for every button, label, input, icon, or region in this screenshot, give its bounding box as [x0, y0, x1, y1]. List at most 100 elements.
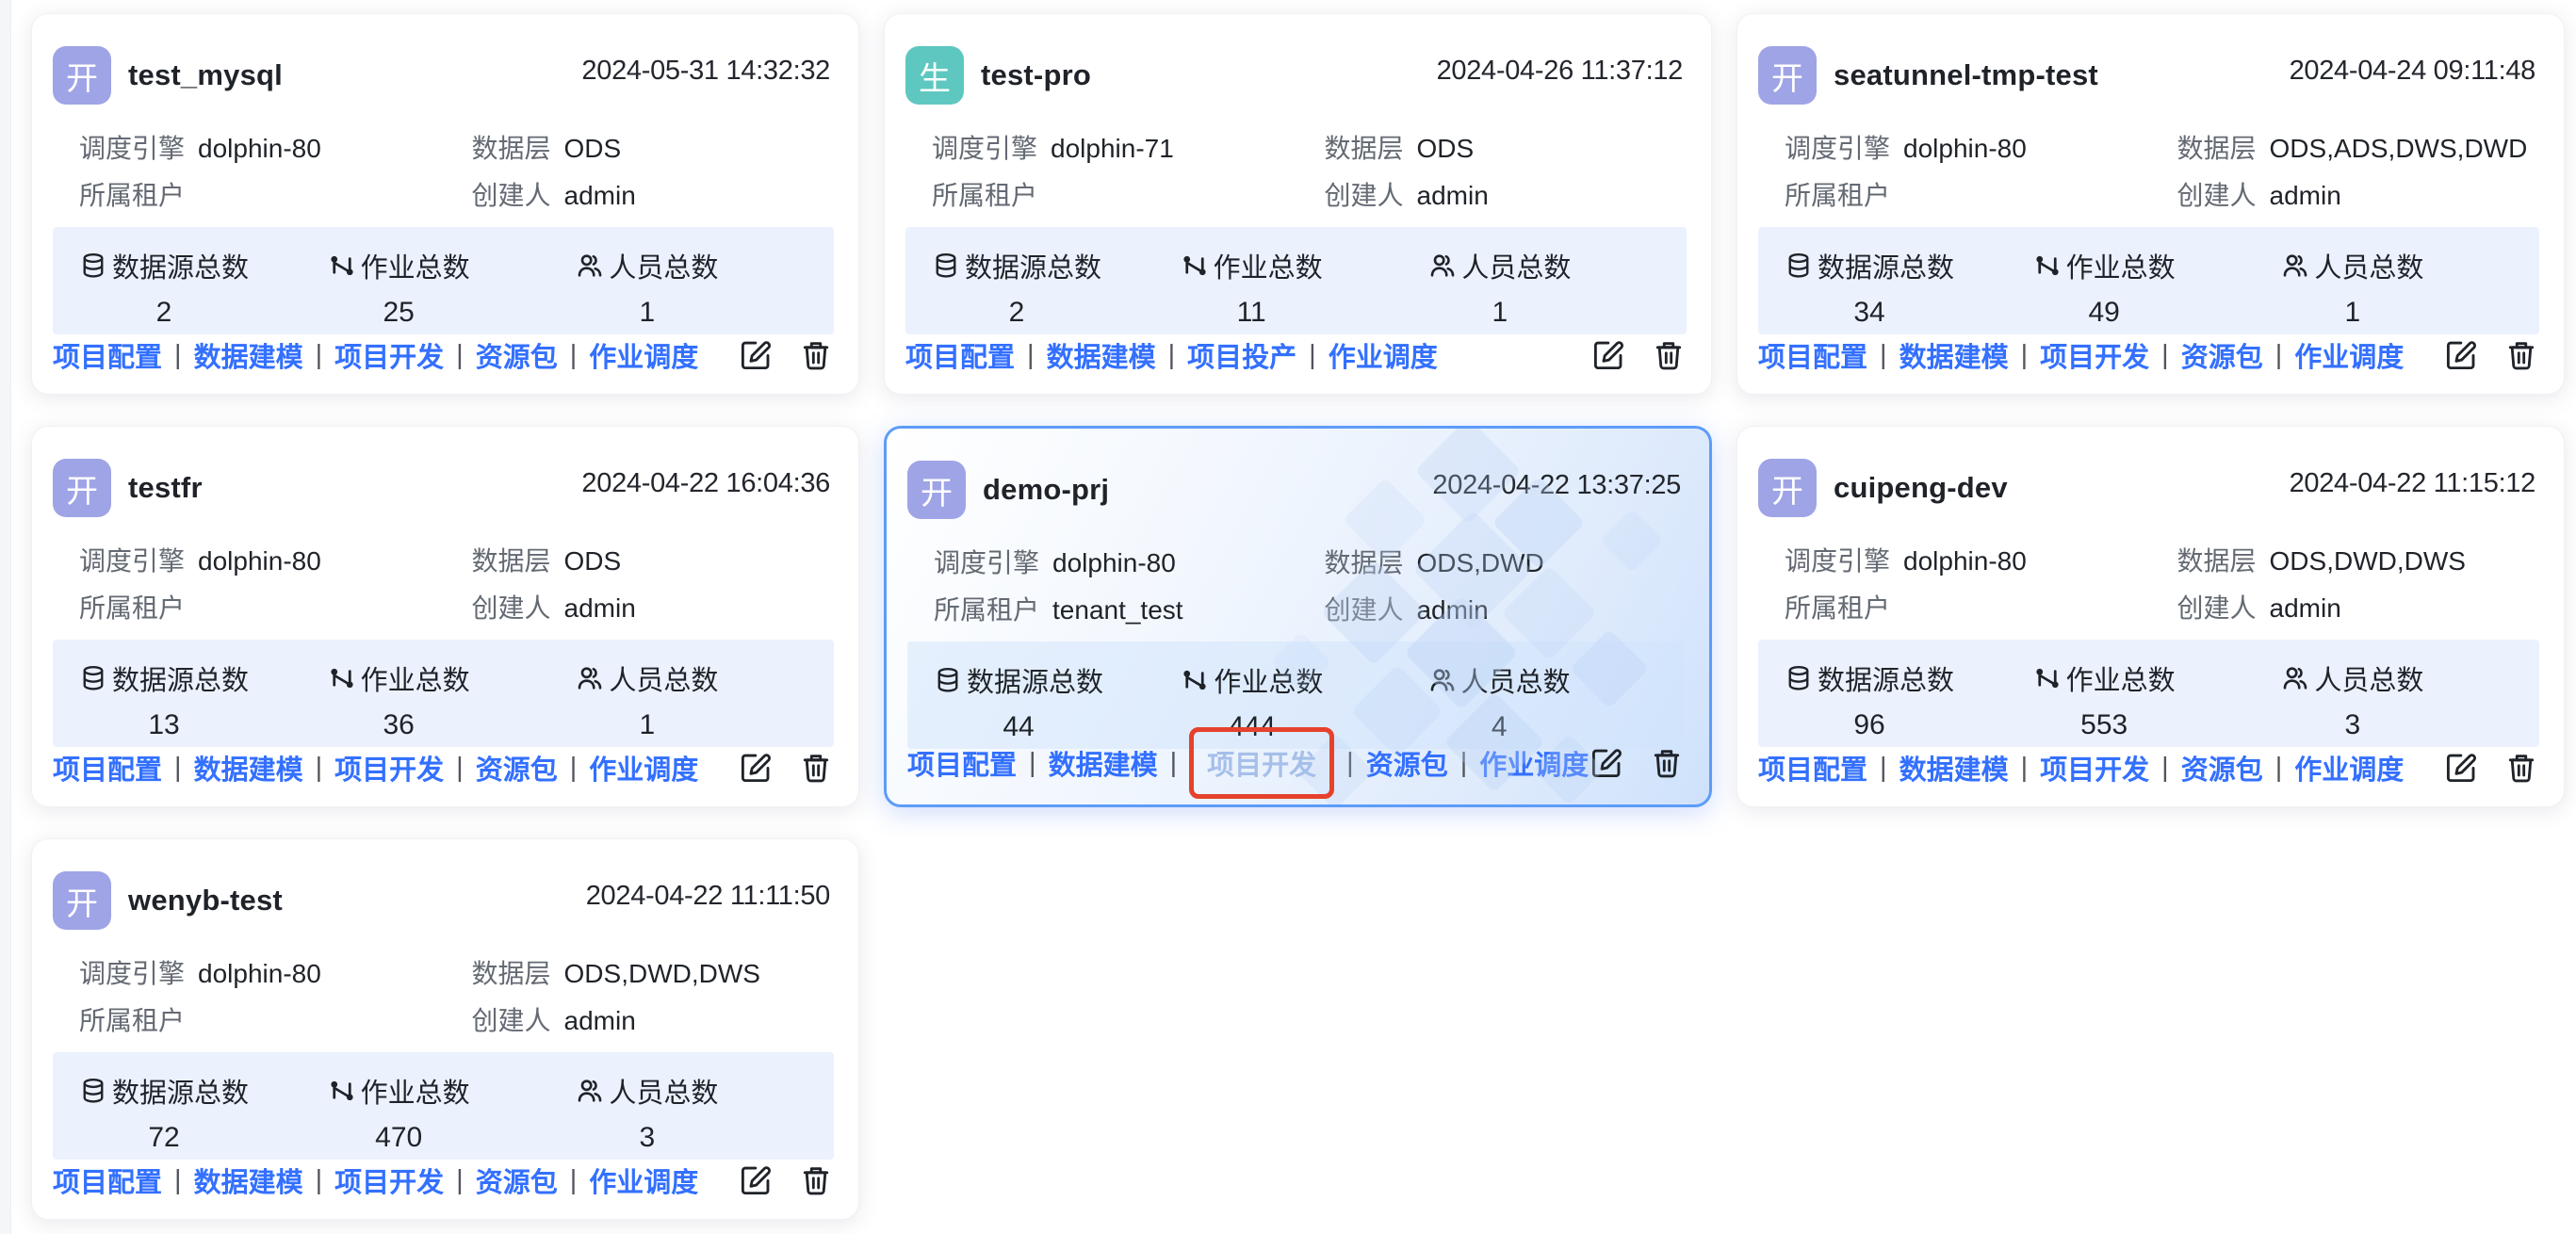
field-creator: 创建人admin [2177, 594, 2539, 623]
action-link[interactable]: 数据建模 [194, 335, 303, 375]
created-timestamp: 2024-05-31 14:32:32 [581, 56, 830, 87]
field-value-engine: dolphin-80 [198, 134, 321, 163]
action-links: 项目配置|数据建模|项目投产|作业调度 [905, 335, 1438, 375]
action-link[interactable]: 作业调度 [589, 1161, 698, 1200]
project-name: demo-prj [983, 473, 1109, 507]
workflow-icon [1181, 252, 1209, 280]
project-card[interactable]: 开 seatunnel-tmp-test 2024-04-24 09:11:48… [1736, 13, 2565, 395]
action-link[interactable]: 作业调度 [1479, 743, 1589, 783]
workflow-icon [328, 252, 356, 280]
trash-icon[interactable] [2503, 337, 2539, 373]
stat-datasource: 数据源总数 44 [934, 660, 1181, 743]
action-link[interactable]: 项目投产 [1187, 335, 1296, 375]
action-link[interactable]: 项目开发 [334, 335, 444, 375]
action-link[interactable]: 作业调度 [589, 335, 698, 375]
action-link[interactable]: 资源包 [476, 1161, 558, 1200]
edit-icon[interactable] [1590, 337, 1626, 373]
trash-icon[interactable] [798, 1162, 834, 1198]
action-link[interactable]: 项目配置 [53, 335, 162, 375]
action-link[interactable]: 数据建模 [1049, 743, 1158, 783]
project-info: 调度引擎dolphin-80 数据层ODS,DWD 所属租户tenant_tes… [907, 549, 1685, 625]
stat-value-jobs: 49 [2033, 297, 2176, 329]
field-value-creator: admin [564, 1006, 636, 1035]
action-link[interactable]: 项目开发 [2040, 748, 2149, 787]
stat-value-members: 4 [1428, 711, 1571, 743]
edit-icon[interactable] [1589, 745, 1624, 781]
stat-value-datasource: 13 [79, 709, 249, 741]
field-value-creator: admin [1417, 181, 1489, 210]
field-value-creator: admin [564, 181, 636, 210]
edit-icon[interactable] [738, 1162, 774, 1198]
trash-icon[interactable] [2503, 750, 2539, 786]
field-label-engine: 调度引擎 [932, 134, 1037, 163]
action-link[interactable]: 资源包 [476, 748, 558, 787]
created-timestamp: 2024-04-24 09:11:48 [2290, 56, 2535, 87]
stat-label-members: 人员总数 [609, 1071, 718, 1111]
action-link[interactable]: 数据建模 [1899, 748, 2009, 787]
action-link[interactable]: 资源包 [476, 335, 558, 375]
trash-icon[interactable] [1651, 337, 1687, 373]
field-value-engine: dolphin-80 [198, 546, 321, 576]
created-timestamp: 2024-04-26 11:37:12 [1437, 56, 1683, 87]
field-data-layer: 数据层 ODS,DWD,DWS [2177, 547, 2539, 576]
action-link[interactable]: 项目开发 [334, 1161, 444, 1200]
trash-icon[interactable] [1649, 745, 1685, 781]
field-value-data-layer: ODS,ADS,DWS,DWD [2270, 134, 2528, 163]
stat-label-members: 人员总数 [2314, 658, 2423, 698]
project-card[interactable]: 开 demo-prj 2024-04-22 13:37:25 调度引擎dolph… [884, 426, 1712, 807]
users-icon [1428, 252, 1457, 280]
stat-label-members: 人员总数 [609, 246, 718, 285]
field-label-data-layer: 数据层 [472, 959, 551, 988]
workflow-icon [1181, 666, 1209, 694]
action-link[interactable]: 数据建模 [194, 748, 303, 787]
action-link[interactable]: 项目配置 [53, 748, 162, 787]
field-data-layer: 数据层ODS,DWD,DWS [472, 960, 834, 988]
project-card[interactable]: 开 test_mysql 2024-05-31 14:32:32 调度引擎dol… [31, 13, 859, 395]
project-card[interactable]: 开 cuipeng-dev 2024-04-22 11:15:12 调度引擎do… [1736, 426, 2565, 807]
field-value-data-layer: ODS,DWD [1416, 548, 1543, 577]
stat-value-members: 1 [576, 297, 718, 329]
action-link[interactable]: 资源包 [1366, 743, 1448, 783]
action-link[interactable]: 项目配置 [905, 335, 1015, 375]
action-link[interactable]: 项目配置 [53, 1161, 162, 1200]
action-link[interactable]: 作业调度 [2294, 748, 2404, 787]
database-icon [1785, 252, 1813, 280]
action-link[interactable]: 数据建模 [1899, 335, 2009, 375]
action-link[interactable]: 项目开发 [334, 748, 444, 787]
stat-value-datasource: 34 [1785, 297, 1954, 329]
action-link[interactable]: 项目配置 [1758, 335, 1867, 375]
stat-datasource: 数据源总数 2 [79, 246, 328, 329]
edit-icon[interactable] [738, 337, 774, 373]
action-link[interactable]: 数据建模 [194, 1161, 303, 1200]
action-link[interactable]: 资源包 [2181, 335, 2263, 375]
action-link[interactable]: 作业调度 [1329, 335, 1438, 375]
action-separator: | [174, 753, 182, 784]
field-value-data-layer: ODS,DWD,DWS [2270, 546, 2466, 576]
field-label-data-layer: 数据层 [1324, 548, 1403, 577]
project-card[interactable]: 开 testfr 2024-04-22 16:04:36 调度引擎dolphin… [31, 426, 859, 807]
action-link[interactable]: 资源包 [2181, 748, 2263, 787]
stat-label-jobs: 作业总数 [361, 246, 470, 285]
workflow-icon [2033, 664, 2062, 692]
edit-icon[interactable] [738, 750, 774, 786]
field-label-data-layer: 数据层 [472, 134, 551, 163]
edit-icon[interactable] [2443, 337, 2479, 373]
action-link[interactable]: 作业调度 [2294, 335, 2404, 375]
project-card[interactable]: 生 test-pro 2024-04-26 11:37:12 调度引擎dolph… [884, 13, 1712, 395]
action-separator: | [1170, 748, 1178, 779]
project-info: 调度引擎dolphin-80 数据层ODS 所属租户 创建人admin [53, 135, 834, 210]
action-link[interactable]: 项目配置 [907, 743, 1017, 783]
action-link[interactable]: 作业调度 [589, 748, 698, 787]
action-link[interactable]: 项目开发 [2040, 335, 2149, 375]
action-links: 项目配置|数据建模|项目开发|资源包|作业调度 [907, 740, 1589, 786]
action-link[interactable]: 项目开发 [1207, 751, 1316, 781]
action-link[interactable]: 数据建模 [1047, 335, 1156, 375]
card-icons [1590, 337, 1687, 373]
field-label-data-layer: 数据层 [2177, 546, 2257, 576]
action-link[interactable]: 项目配置 [1758, 748, 1867, 787]
card-icons [2443, 337, 2539, 373]
edit-icon[interactable] [2443, 750, 2479, 786]
trash-icon[interactable] [798, 750, 834, 786]
trash-icon[interactable] [798, 337, 834, 373]
project-card[interactable]: 开 wenyb-test 2024-04-22 11:11:50 调度引擎dol… [31, 838, 859, 1220]
